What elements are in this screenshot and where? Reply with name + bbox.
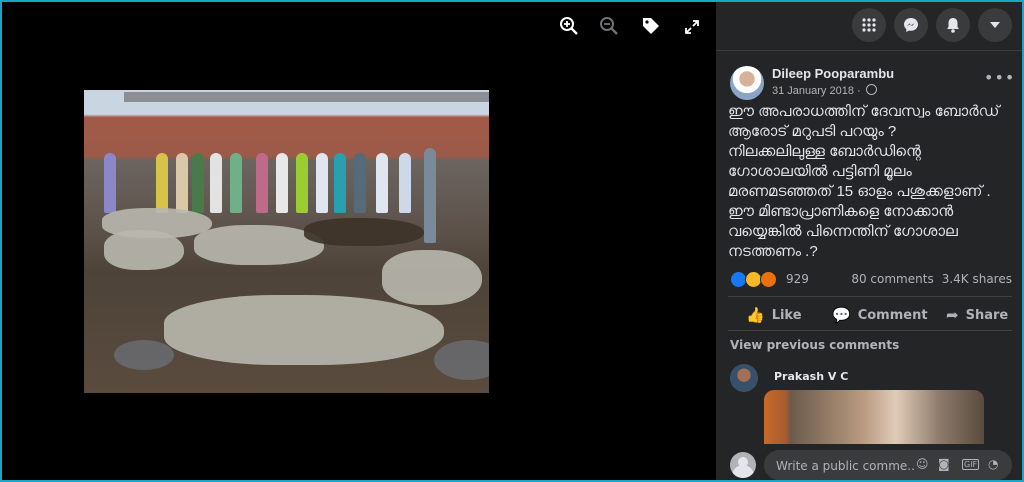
bell-icon[interactable] (936, 8, 970, 42)
like-button[interactable]: 👍 Like (746, 306, 802, 324)
menu-grid-icon[interactable] (852, 8, 886, 42)
post-panel: Dileep Pooparambu 31 January 2018 · ••• … (716, 2, 1022, 480)
current-user-avatar (730, 452, 756, 478)
gif-icon[interactable]: GIF (962, 459, 980, 470)
divider (728, 296, 1012, 297)
post-photo[interactable] (84, 90, 489, 393)
post-date-text[interactable]: 31 January 2018 · (772, 85, 864, 97)
speech-bubble-icon: 💬 (832, 306, 851, 324)
post-date[interactable]: 31 January 2018 · (772, 84, 877, 97)
more-options-icon[interactable]: ••• (984, 68, 1015, 87)
reaction-count[interactable]: 929 (786, 272, 809, 286)
comments-count[interactable]: 80 comments (851, 272, 933, 286)
zoom-in-icon[interactable] (557, 16, 581, 40)
commenter-avatar[interactable] (730, 364, 758, 392)
reaction-icons[interactable] (730, 270, 777, 288)
shares-count[interactable]: 3.4K shares (942, 272, 1012, 286)
fullscreen-icon[interactable] (680, 16, 704, 40)
comment-box[interactable]: ☺ ◙ GIF ◔ (764, 450, 1012, 480)
post-text: ഈ അപരാധത്തിന് ദേവസ്വം ബോർഡ് ആരോട് മറുപടി… (728, 103, 1000, 260)
like-label: Like (771, 307, 802, 323)
comment-image[interactable] (764, 390, 984, 444)
comment-button[interactable]: 💬 Comment (832, 306, 928, 324)
share-label: Share (965, 307, 1009, 323)
globe-icon (865, 84, 877, 95)
divider (728, 330, 1012, 331)
frame: Dileep Pooparambu 31 January 2018 · ••• … (2, 2, 1022, 480)
sticker-icon[interactable]: ◔ (988, 457, 998, 471)
photo-viewer (2, 2, 716, 480)
camera-icon[interactable]: ◙ (938, 457, 950, 471)
comment-input[interactable] (774, 450, 918, 480)
comment-label: Comment (857, 307, 928, 323)
view-previous-comments-link[interactable]: View previous comments (730, 338, 899, 352)
angry-reaction-icon (760, 270, 777, 288)
post-stats: 80 comments 3.4K shares (843, 272, 1012, 286)
caret-down-icon[interactable] (978, 8, 1012, 42)
thumbs-up-icon: 👍 (746, 306, 765, 324)
top-bar (716, 2, 1022, 51)
messenger-icon[interactable] (894, 8, 928, 42)
emoji-icon[interactable]: ☺ (916, 457, 929, 471)
zoom-out-icon[interactable] (597, 16, 621, 40)
author-name[interactable]: Dileep Pooparambu (772, 66, 894, 81)
share-arrow-icon: ➦ (946, 306, 959, 324)
author-avatar[interactable] (730, 66, 764, 100)
commenter-name[interactable]: Prakash V C (774, 370, 848, 383)
share-button[interactable]: ➦ Share (946, 306, 1008, 324)
tag-icon[interactable] (639, 16, 663, 40)
